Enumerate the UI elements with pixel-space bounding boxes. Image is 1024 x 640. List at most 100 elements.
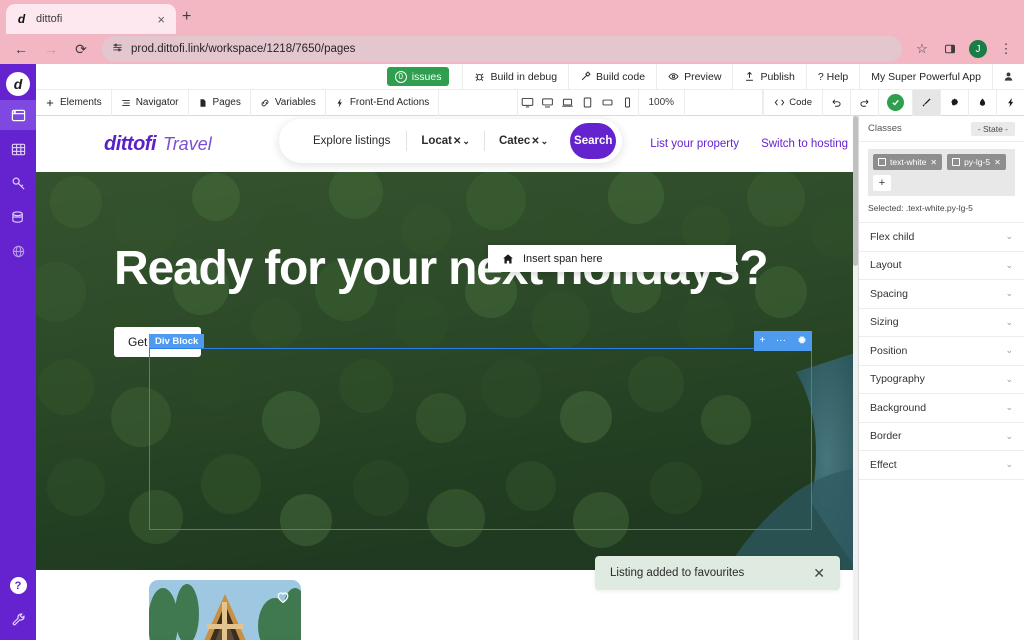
desktop-large-icon[interactable] (518, 90, 538, 116)
sidebar-item-pages[interactable] (0, 100, 36, 130)
help-button[interactable]: ? Help (805, 63, 859, 90)
add-class-button[interactable]: + (873, 175, 891, 191)
browser-tab[interactable]: d dittofi × (6, 4, 176, 34)
scrollbar-thumb[interactable] (853, 116, 858, 266)
browser-menu-icon[interactable]: ⋮ (994, 37, 1018, 61)
publish-button[interactable]: Publish (732, 63, 805, 90)
tablet-portrait-icon[interactable] (578, 90, 598, 116)
sidebar-item-database[interactable] (0, 202, 36, 232)
code-button[interactable]: Code (763, 89, 822, 116)
remove-class-icon[interactable]: ✕ (930, 158, 937, 167)
clear-icon[interactable]: ✕ (453, 136, 461, 147)
section-position[interactable]: Position ⌄ (859, 337, 1024, 366)
add-element-icon[interactable]: + (759, 336, 765, 346)
tablet-landscape-icon[interactable] (598, 90, 618, 116)
app-top-bar: 0 issues Build in debug Build code Previ… (36, 63, 1024, 90)
section-typography[interactable]: Typography ⌄ (859, 366, 1024, 394)
heart-icon[interactable] (275, 589, 291, 610)
front-end-actions-button[interactable]: Front-End Actions (326, 89, 440, 116)
omnibar: ← → ⟳ prod.dittofi.link/workspace/1218/7… (0, 34, 1024, 64)
actions-button[interactable] (996, 89, 1024, 116)
category-dropdown[interactable]: Catec ✕ ⌄ (485, 135, 562, 147)
switch-hosting-link[interactable]: Switch to hosting (761, 138, 848, 150)
navigator-button[interactable]: Navigator (112, 89, 189, 116)
class-chip-py-lg-5[interactable]: py-lg-5 ✕ (947, 154, 1006, 170)
issues-badge[interactable]: 0 issues (386, 67, 450, 86)
remove-class-icon-2[interactable]: ✕ (994, 158, 1001, 167)
style-button[interactable] (912, 89, 940, 116)
variables-label: Variables (274, 97, 316, 108)
settings-button[interactable] (940, 89, 968, 116)
canvas-scrollbar[interactable] (853, 116, 858, 640)
mobile-icon[interactable] (618, 90, 638, 116)
undo-icon (832, 99, 841, 107)
section-border[interactable]: Border ⌄ (859, 423, 1024, 451)
app-name-label[interactable]: My Super Powerful App (859, 63, 992, 90)
state-selector[interactable]: - State - (970, 121, 1015, 136)
zoom-level[interactable]: 100% (637, 89, 686, 116)
search-button[interactable]: Search (570, 123, 617, 159)
checkbox-icon[interactable] (878, 158, 886, 166)
section-spacing[interactable]: Spacing ⌄ (859, 280, 1024, 309)
checkbox-icon-2[interactable] (952, 158, 961, 166)
close-icon[interactable]: ✕ (813, 565, 825, 582)
insert-span-tooltip[interactable]: Insert span here (488, 245, 736, 272)
close-icon[interactable]: × (154, 13, 168, 26)
listing-card[interactable] (149, 580, 301, 640)
laptop-icon[interactable] (558, 90, 578, 116)
sidebar-item-auth[interactable] (0, 168, 36, 198)
classes-label: Classes (868, 123, 902, 134)
section-flex-child[interactable]: Flex child ⌄ (859, 223, 1024, 252)
more-options-icon[interactable]: ··· (776, 336, 786, 346)
back-icon[interactable]: ← (6, 36, 36, 62)
account-icon[interactable] (992, 63, 1024, 90)
brand-sub: Travel (163, 133, 212, 154)
class-chip-text-white[interactable]: text-white ✕ (873, 154, 943, 170)
theme-button[interactable] (968, 89, 996, 116)
wrench-icon[interactable] (0, 604, 36, 634)
code-icon (775, 99, 785, 106)
app-logo[interactable]: d (6, 72, 30, 96)
address-bar[interactable]: prod.dittofi.link/workspace/1218/7650/pa… (102, 36, 902, 62)
gear-icon[interactable] (797, 335, 807, 348)
desktop-icon[interactable] (538, 90, 558, 116)
preview-button[interactable]: Preview (656, 63, 732, 90)
forward-icon[interactable]: → (36, 36, 66, 62)
reload-icon[interactable]: ⟳ (66, 36, 96, 62)
location-dropdown[interactable]: Locat ✕ ⌄ (407, 135, 484, 147)
avatar[interactable]: J (966, 37, 990, 61)
toast-message: Listing added to favourites (610, 567, 745, 579)
site-settings-icon[interactable] (112, 42, 123, 56)
redo-button[interactable] (850, 89, 878, 116)
save-button[interactable] (878, 89, 912, 116)
site-brand[interactable]: dittofi Travel (104, 133, 212, 156)
new-tab-button[interactable]: + (182, 9, 191, 25)
side-panel-icon[interactable] (938, 37, 962, 61)
design-canvas[interactable]: dittofi Travel Explore listings Locat ✕ … (36, 116, 858, 640)
toolbar-gap (439, 89, 518, 116)
build-code-button[interactable]: Build code (568, 63, 656, 90)
list-property-link[interactable]: List your property (650, 138, 739, 150)
variables-button[interactable]: Variables (251, 89, 326, 116)
toolbar-gap-2 (685, 89, 764, 116)
sidebar-item-tables[interactable] (0, 134, 36, 164)
section-layout[interactable]: Layout ⌄ (859, 252, 1024, 280)
undo-button[interactable] (822, 89, 850, 116)
build-in-debug-button[interactable]: Build in debug (462, 63, 568, 90)
chevron-down-icon: ⌄ (1005, 430, 1013, 441)
bookmark-star-icon[interactable]: ☆ (910, 37, 934, 61)
pages-button[interactable]: Pages (189, 89, 251, 116)
elements-button[interactable]: Elements (36, 89, 112, 116)
hero-section[interactable]: Ready for your next holidays? Get starte… (36, 172, 858, 570)
pages-label: Pages (212, 97, 241, 108)
issues-button[interactable]: 0 issues (376, 64, 463, 90)
section-effect[interactable]: Effect ⌄ (859, 451, 1024, 480)
selection-toolbar[interactable]: + ··· (754, 331, 812, 351)
section-background[interactable]: Background ⌄ (859, 394, 1024, 423)
sidebar-item-integrations[interactable] (0, 236, 36, 266)
insert-span-label: Insert span here (523, 252, 603, 265)
clear-icon-2[interactable]: ✕ (531, 136, 539, 147)
help-icon[interactable]: ? (9, 577, 27, 594)
section-sizing[interactable]: Sizing ⌄ (859, 309, 1024, 337)
explore-listings-link[interactable]: Explore listings (297, 135, 406, 147)
